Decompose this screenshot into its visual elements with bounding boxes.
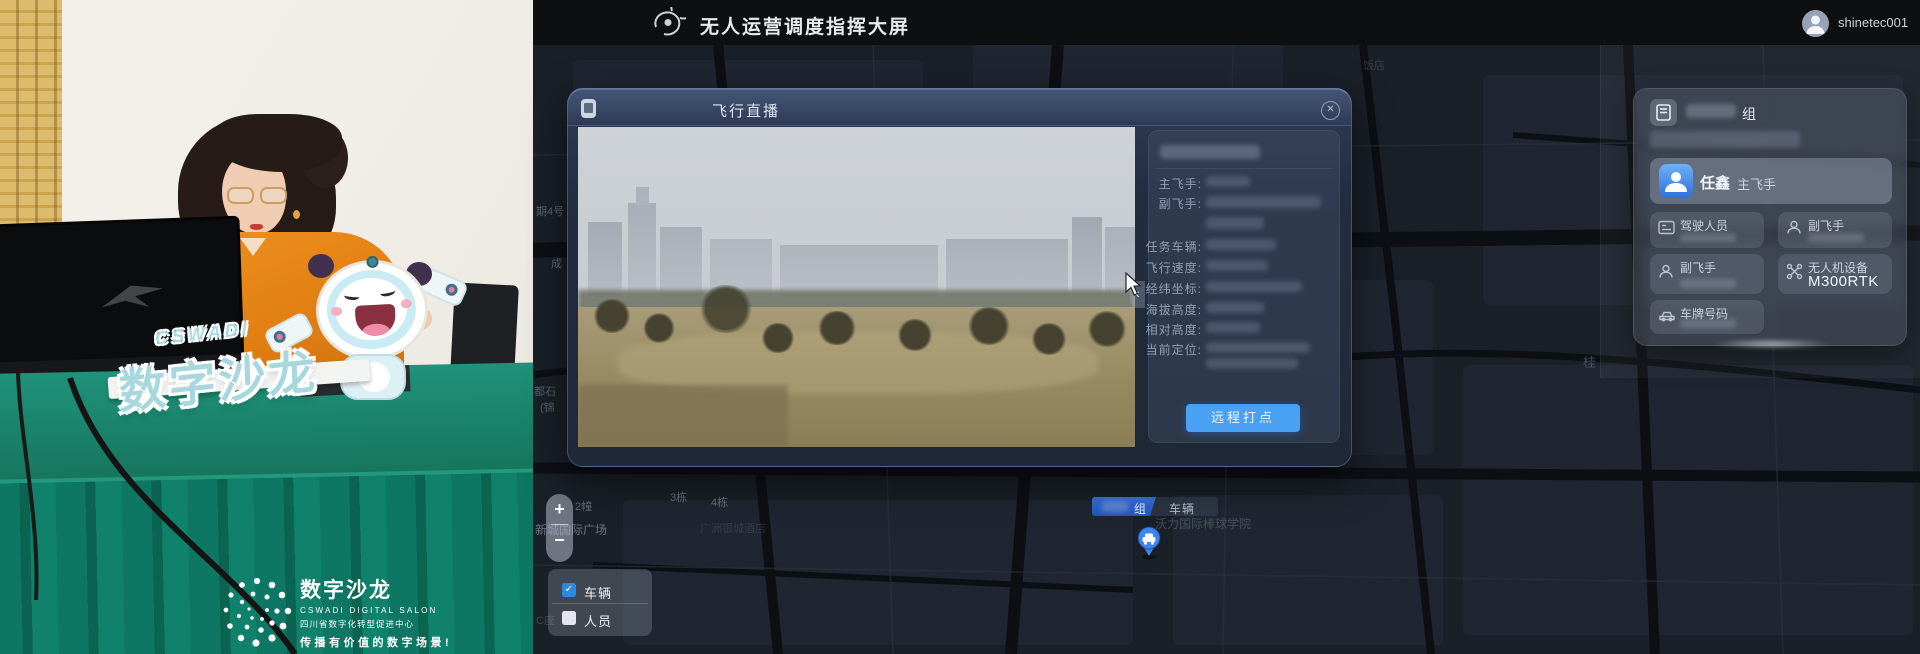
redacted-text <box>1686 104 1736 118</box>
mascot-ear-left <box>308 254 334 278</box>
map-label: 广洲银城酒店 <box>700 520 766 536</box>
redacted-text <box>1206 239 1276 250</box>
map-label: 沃力国际棒球学院 <box>1155 515 1251 532</box>
modal-title: 飞行直播 <box>712 100 780 121</box>
car-icon <box>1658 308 1676 327</box>
redacted-text <box>1206 260 1268 271</box>
map-label: (锦 <box>540 399 555 415</box>
field-label: 任务车辆: <box>1146 238 1202 255</box>
member-name: 任鑫 <box>1700 172 1730 193</box>
user-avatar[interactable] <box>1802 10 1829 37</box>
webcam-panel: CSWADI 数字沙龙 数字沙龙 CSWADI DIGITAL SALON 四川… <box>0 0 533 654</box>
tile-driver: 驾驶人员 <box>1650 212 1764 248</box>
person-icon <box>1658 264 1674 285</box>
device-icon <box>581 99 596 118</box>
redacted-text <box>1160 145 1260 159</box>
field-label: 经纬坐标: <box>1146 280 1202 297</box>
drone-model: M300RTK <box>1808 273 1879 290</box>
close-icon[interactable]: ✕ <box>1321 101 1340 120</box>
map-label: 饭店 <box>1363 57 1385 73</box>
team-title-suffix: 组 <box>1742 104 1757 124</box>
map-label: 2幢 <box>575 498 592 514</box>
map-label: 都石 <box>534 383 556 399</box>
field-label: 当前定位: <box>1146 341 1202 358</box>
modal-header[interactable] <box>567 88 1352 126</box>
redacted-text <box>1680 279 1736 288</box>
entity-tab-bar: 组 车辆 <box>1092 497 1218 516</box>
mouse-cursor <box>1124 272 1142 298</box>
redacted-text <box>1206 302 1264 313</box>
map-label: 成 <box>551 255 562 271</box>
map-label: 桂 <box>1583 352 1596 371</box>
tile-drone-device: 无人机设备 M300RTK <box>1778 254 1892 294</box>
redacted-text <box>1680 233 1736 242</box>
person-icon <box>1802 10 1829 37</box>
map-label: 4栋 <box>711 494 728 510</box>
redacted-text <box>1206 281 1302 292</box>
field-label: 主飞手: <box>1159 175 1202 192</box>
field-label: 飞行速度: <box>1146 259 1202 276</box>
watermark-title: 数字沙龙 <box>300 574 452 604</box>
redacted-text <box>1808 233 1864 242</box>
map-label: 期4号 <box>536 203 564 219</box>
zoom-in-button[interactable]: + <box>546 494 573 524</box>
screen: CSWADI 数字沙龙 数字沙龙 CSWADI DIGITAL SALON 四川… <box>0 0 1920 654</box>
person-checkbox[interactable] <box>562 611 576 625</box>
group-card-icon <box>1650 99 1677 126</box>
watermark: 数字沙龙 CSWADI DIGITAL SALON 四川省数字化转型促进中心 传… <box>300 574 452 650</box>
person-icon <box>1786 220 1802 241</box>
divider <box>552 603 648 604</box>
redacted-text <box>1206 358 1298 369</box>
vehicle-checkbox[interactable]: ✓ <box>562 583 576 597</box>
tile-plate-number: 车牌号码 <box>1650 300 1764 334</box>
redacted-text <box>1206 176 1250 187</box>
field-label: 相对高度: <box>1146 321 1202 338</box>
watermark-subtitle: CSWADI DIGITAL SALON <box>300 606 452 615</box>
member-avatar <box>1659 164 1693 198</box>
person-layer-label[interactable]: 人员 <box>584 611 612 630</box>
redacted-text <box>1650 131 1800 148</box>
redacted-text <box>1102 501 1128 512</box>
vehicle-map-pin[interactable] <box>1137 526 1163 565</box>
member-role: 主飞手 <box>1737 174 1776 193</box>
tab-vehicle[interactable]: 车辆 <box>1169 500 1195 516</box>
id-card-icon <box>1658 221 1675 240</box>
field-label: 副飞手: <box>1159 195 1202 212</box>
field-label: 海拔高度: <box>1146 301 1202 318</box>
redacted-text <box>1206 322 1260 333</box>
watermark-org: 四川省数字化转型促进中心 <box>300 618 452 630</box>
zoom-out-button[interactable]: − <box>546 525 573 555</box>
map-zoom-control: + − <box>546 494 573 562</box>
dotted-circle-logo-icon <box>222 578 294 650</box>
watermark-slogan: 传播有价值的数字场景! <box>300 634 452 650</box>
redacted-text <box>1680 319 1736 328</box>
drone-video-feed <box>578 127 1135 447</box>
top-bar: 无人运营调度指挥大屏 shinetec001 <box>533 0 1920 45</box>
page-title: 无人运营调度指挥大屏 <box>700 12 910 39</box>
map-label: 3栋 <box>670 489 687 505</box>
redacted-text <box>1206 196 1321 208</box>
tile-copilot-2: 副飞手 <box>1650 254 1764 294</box>
divider <box>1156 168 1332 169</box>
tile-copilot-1: 副飞手 <box>1778 212 1892 248</box>
username[interactable]: shinetec001 <box>1838 15 1908 30</box>
drone-icon <box>1786 263 1803 285</box>
mascot-antenna <box>366 256 379 269</box>
vehicle-layer-label[interactable]: 车辆 <box>584 583 612 602</box>
remote-mark-button[interactable]: 远程打点 <box>1186 404 1300 432</box>
redacted-text <box>1206 342 1310 353</box>
tab-group-label[interactable]: 组 <box>1134 500 1146 516</box>
app-logo-icon <box>650 7 686 38</box>
redacted-text <box>1206 217 1264 229</box>
